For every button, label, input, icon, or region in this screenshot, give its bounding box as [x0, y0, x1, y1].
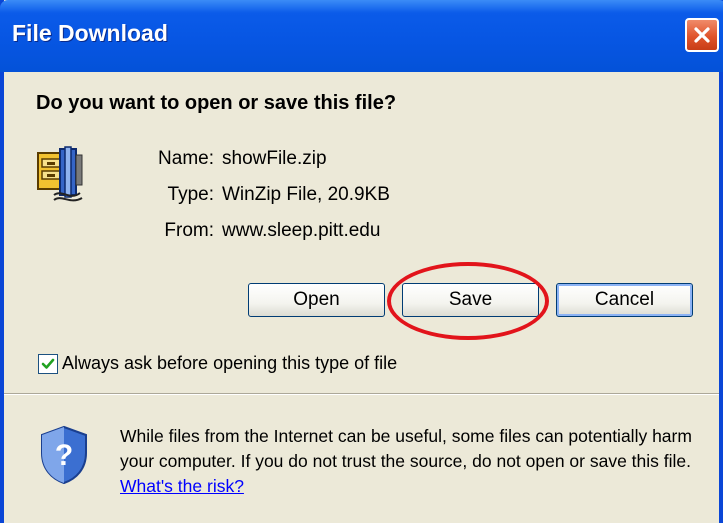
divider	[4, 393, 719, 395]
whats-the-risk-link[interactable]: What's the risk?	[120, 476, 244, 496]
title-bar[interactable]: File Download	[0, 0, 723, 72]
from-value: www.sleep.pitt.edu	[222, 220, 381, 241]
close-icon	[694, 27, 710, 43]
zip-archive-icon	[36, 145, 96, 210]
always-ask-label: Always ask before opening this type of f…	[62, 353, 398, 373]
cancel-button[interactable]: Cancel	[556, 283, 693, 317]
shield-question-icon: ?	[38, 425, 90, 490]
warning-text: While files from the Internet can be use…	[120, 424, 700, 499]
from-label: From:	[164, 220, 214, 241]
checkmark-icon	[41, 358, 55, 369]
name-value: showFile.zip	[222, 148, 327, 169]
warning-message: While files from the Internet can be use…	[120, 426, 692, 471]
svg-text:?: ?	[55, 439, 73, 472]
file-download-dialog: File Download Do you want to open or sav…	[0, 0, 723, 523]
open-button[interactable]: Open	[248, 283, 385, 317]
save-highlight-circle	[387, 262, 549, 340]
file-from-row: From: www.sleep.pitt.edu	[124, 220, 390, 256]
file-info: Name: showFile.zip Type: WinZip File, 20…	[124, 148, 390, 256]
file-type-row: Type: WinZip File, 20.9KB	[124, 184, 390, 220]
close-button[interactable]	[685, 18, 719, 52]
prompt-question: Do you want to open or save this file?	[36, 92, 397, 114]
always-ask-checkbox[interactable]	[38, 353, 58, 374]
dialog-title: File Download	[12, 20, 168, 46]
name-label: Name:	[158, 148, 214, 169]
file-name-row: Name: showFile.zip	[124, 148, 390, 184]
type-value: WinZip File, 20.9KB	[222, 184, 390, 205]
always-ask-option[interactable]: Always ask before opening this type of f…	[38, 353, 397, 374]
type-label: Type:	[167, 184, 214, 205]
